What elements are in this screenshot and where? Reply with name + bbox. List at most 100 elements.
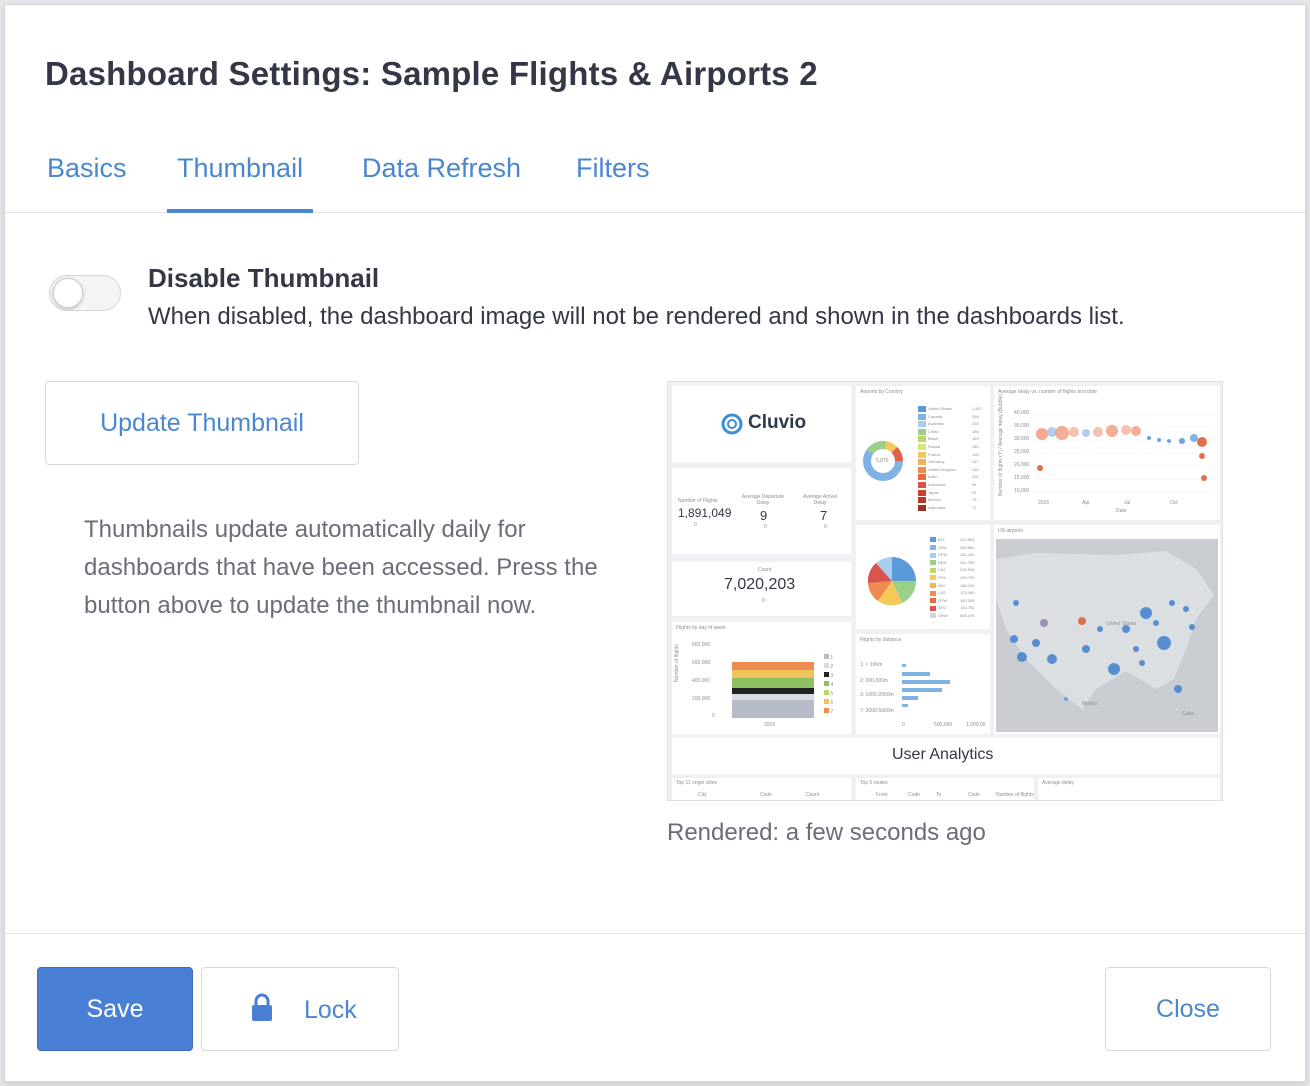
flights-by-day-panel: Flights by day of week 800,000 600,000 4… xyxy=(672,622,851,734)
dashboard-thumbnail-preview: Cluvio Number of Flights 1,891,049 0 Ave… xyxy=(667,381,1223,801)
delay-ytick: 20,000 xyxy=(1014,462,1030,468)
dow-title: Flights by day of week xyxy=(676,625,726,631)
delay-xtick: Jul xyxy=(1124,500,1131,506)
flights-delta: 0 xyxy=(694,522,697,528)
us-airports-map-panel: US airports United States Mexico Cuba xyxy=(994,525,1220,734)
cluvio-logo-icon xyxy=(721,413,743,435)
airport-legend-item: LAS 175,080 xyxy=(930,590,974,596)
dow-ytick: 600,000 xyxy=(692,660,711,666)
dashboard-settings-dialog: Dashboard Settings: Sample Flights & Air… xyxy=(4,4,1306,1082)
flights-value: 1,891,049 xyxy=(678,506,732,520)
column-header: To xyxy=(936,792,942,798)
delay-bubble-plot xyxy=(1034,413,1214,493)
country-legend-item: Australia 215 xyxy=(918,421,979,428)
thumbnail-help-text: Thumbnails update automatically daily fo… xyxy=(84,516,598,619)
close-button[interactable]: Close xyxy=(1105,967,1271,1051)
lock-icon xyxy=(252,993,272,1021)
tab-filters[interactable]: Filters xyxy=(566,153,660,213)
delay-ytick: 15,000 xyxy=(1014,475,1030,481)
distance-tick: 0 xyxy=(902,722,905,728)
airport-legend-item: DEN 241,765 xyxy=(930,560,974,566)
delay-xtick: Apr xyxy=(1082,500,1090,506)
count-label: Count xyxy=(758,567,772,573)
toggle-knob xyxy=(53,278,83,308)
column-header: Code xyxy=(760,792,772,798)
map-label: Cuba xyxy=(1182,711,1194,717)
airport-legend-item: Other 665,476 xyxy=(930,613,974,619)
airport-legend-item: DFW 281,442 xyxy=(930,552,974,558)
tab-thumbnail[interactable]: Thumbnail xyxy=(167,153,314,213)
distance-bar-chart xyxy=(902,664,950,707)
column-header: Number of flights xyxy=(996,792,1034,798)
delay-ytick: 25,000 xyxy=(1014,449,1030,455)
airport-legend-item: SFO 140,781 xyxy=(930,605,974,611)
airport-legend-item: DTW 162,208 xyxy=(930,598,974,604)
airport-legend: ATL 415,564 ORD 350,889 DFW 281,442 DEN 241,765… xyxy=(930,537,988,629)
country-legend-item: Japan 91 xyxy=(918,489,976,496)
column-header: Code xyxy=(908,792,920,798)
delay-ytick: 35,000 xyxy=(1014,423,1030,429)
dep-delay-delta: 0 xyxy=(764,524,767,530)
airports-title: Airports by Country xyxy=(860,389,903,395)
country-legend-item: Brazil 169 xyxy=(918,436,979,443)
delay-bubble-chart-panel: Average delay vs. number of flights and … xyxy=(994,386,1220,520)
map-label: United States xyxy=(1106,621,1137,627)
distance-tick: 1,000,00 xyxy=(966,722,986,728)
country-legend-item: China 185 xyxy=(918,428,979,435)
airport-legend-item: PHX 199,739 xyxy=(930,575,974,581)
disable-thumbnail-toggle[interactable] xyxy=(49,275,121,311)
country-legend-item: India 101 xyxy=(918,474,979,481)
country-legend-item: Indonesia 94 xyxy=(918,482,976,488)
delay-ylabel: Number of flights (Y) / Average delay (B… xyxy=(998,394,1004,496)
disable-thumbnail-title: Disable Thumbnail xyxy=(148,263,380,293)
country-legend-item: United Kingdom 120 xyxy=(918,466,979,473)
arr-delay-value: 7 xyxy=(820,508,828,523)
disable-thumbnail-description: When disabled, the dashboard image will … xyxy=(148,303,1125,330)
delay-xtick: Oct xyxy=(1170,500,1178,506)
donut-center-value: 5,875 xyxy=(876,458,889,464)
country-legend-item: France 128 xyxy=(918,451,979,458)
save-button[interactable]: Save xyxy=(37,967,193,1051)
update-thumbnail-button[interactable]: Update Thumbnail xyxy=(45,381,359,465)
delay-chart-title: Average delay vs. number of flights and … xyxy=(998,389,1097,395)
flights-by-distance-panel: Flights by distance 1: < 100m 2: 200-500… xyxy=(856,634,990,734)
country-legend-item: Russia 146 xyxy=(918,444,979,450)
user-analytics-title: User Analytics xyxy=(892,746,994,763)
column-header: City xyxy=(698,792,707,798)
tab-basics[interactable]: Basics xyxy=(37,153,137,213)
count-panel: Count 7,020,203 0 xyxy=(672,562,851,616)
us-airports-title: US airports xyxy=(998,528,1024,534)
dialog-footer-divider xyxy=(5,933,1305,934)
dep-delay-label: Average Departure Delay xyxy=(741,494,785,506)
country-legend-item: Mexico 75 xyxy=(918,497,976,504)
column-header: From xyxy=(876,792,888,798)
dow-ytick: 0 xyxy=(712,713,715,719)
rendered-timestamp: Rendered: a few seconds ago xyxy=(667,819,986,846)
country-legend: United States 1,457 Canada 368 Australia 215 C… xyxy=(918,406,988,518)
country-legend-item: Argentina 71 xyxy=(918,504,976,511)
country-legend-item: United States 1,457 xyxy=(918,406,982,412)
distance-cat: 3: 1000-2000m xyxy=(860,692,894,698)
airport-legend-item: ATL 415,564 xyxy=(930,537,974,543)
country-legend-item: Canada 368 xyxy=(918,413,979,420)
arr-delay-label: Average Arrival Delay xyxy=(803,494,837,506)
count-value: 7,020,203 xyxy=(724,576,796,593)
delay-ytick: 30,000 xyxy=(1014,436,1030,442)
dep-delay-value: 9 xyxy=(760,508,768,523)
lock-button[interactable]: Lock xyxy=(201,967,399,1051)
dow-legend: 1 2 3 4 5 6 7 xyxy=(824,654,848,724)
dow-ytick: 200,000 xyxy=(692,696,711,702)
column-header: Code xyxy=(968,792,980,798)
dow-xlabel: 2016 xyxy=(764,722,776,728)
average-delay-panel: Average delay xyxy=(1038,778,1220,800)
tab-bar: Basics Thumbnail Data Refresh Filters xyxy=(5,145,1305,213)
distance-cat: 1: < 100m xyxy=(860,662,883,668)
airport-legend-item: ORD 350,889 xyxy=(930,545,974,551)
tab-data-refresh[interactable]: Data Refresh xyxy=(352,153,531,213)
airports-by-country-panel: Airports by Country 5,875 United States 1… xyxy=(856,386,990,520)
top-cities-title: Top 11 origin cities xyxy=(676,780,718,786)
column-header: Count xyxy=(806,792,820,798)
distance-cat: 7: 3000-5000m xyxy=(860,708,894,714)
dow-ytick: 400,000 xyxy=(692,678,711,684)
delay-ytick: 10,000 xyxy=(1014,488,1030,494)
